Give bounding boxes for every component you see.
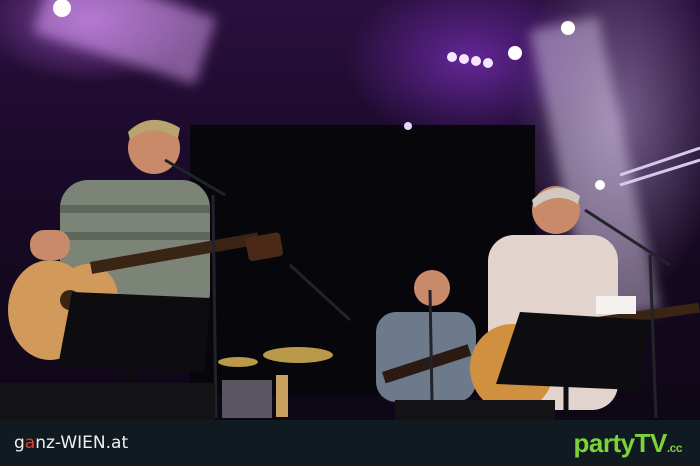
watermark-bar: ganz-WIEN.at partyTV.cc: [0, 420, 700, 466]
bassist-center: [376, 270, 476, 402]
drum-kit: [218, 347, 333, 418]
partytv-logo: partyTV.cc: [573, 427, 683, 458]
concert-photo: [0, 0, 700, 420]
ganz-wien-logo: ganz-WIEN.at: [14, 433, 129, 453]
lighting-truss: [619, 146, 700, 187]
